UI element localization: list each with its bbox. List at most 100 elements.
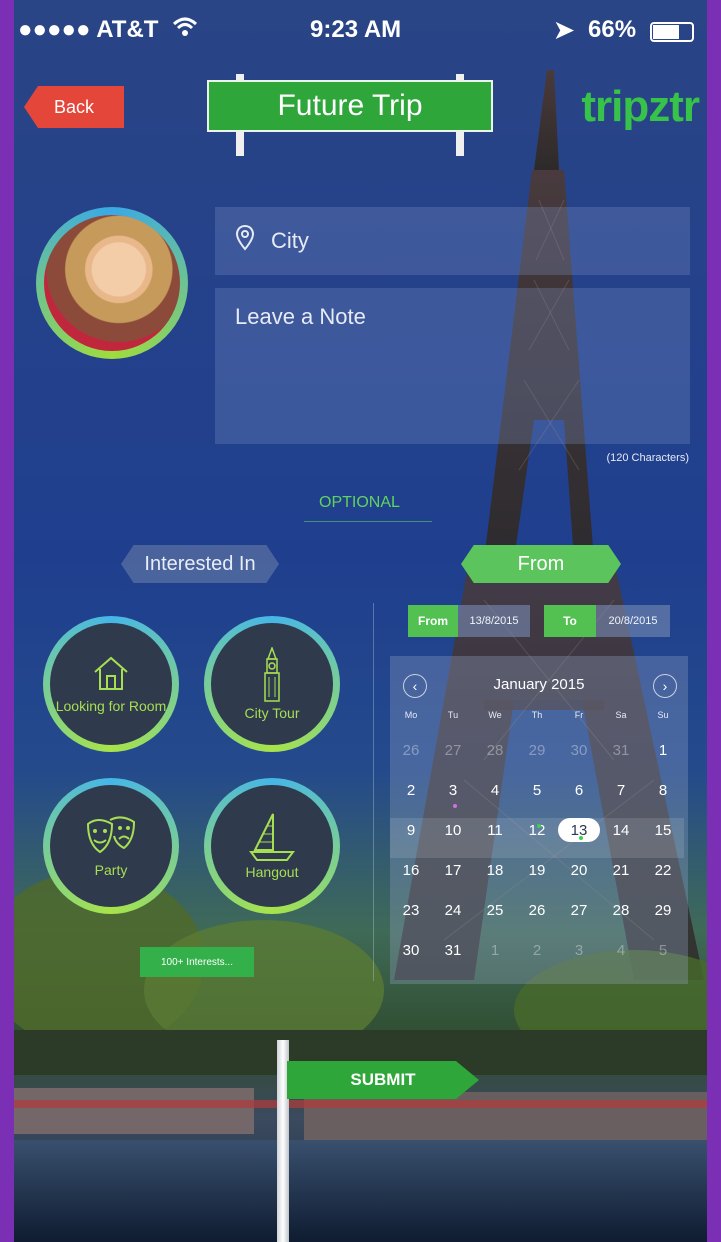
calendar-week: 16 17 18 19 20 21 22 bbox=[390, 858, 684, 898]
note-placeholder: Leave a Note bbox=[235, 304, 366, 329]
weekday-label: Fr bbox=[574, 710, 584, 720]
big-ben-icon bbox=[260, 645, 284, 706]
weekday-label: Sa bbox=[615, 710, 627, 720]
calendar-day[interactable]: 29 bbox=[642, 898, 684, 922]
calendar-day[interactable]: 6 bbox=[558, 778, 600, 802]
weekday-label: Mo bbox=[404, 710, 418, 720]
calendar-day[interactable]: 28 bbox=[600, 898, 642, 922]
from-tag: From bbox=[461, 545, 621, 583]
interest-hangout[interactable]: Hangout bbox=[204, 778, 340, 914]
date-from-label: From bbox=[408, 605, 458, 637]
carrier-signal: ●●●●● AT&T bbox=[18, 16, 159, 43]
battery-icon bbox=[650, 22, 694, 42]
calendar-day[interactable]: 15 bbox=[642, 818, 684, 842]
calendar-day[interactable]: 12 bbox=[516, 818, 558, 842]
calendar-day[interactable]: 7 bbox=[600, 778, 642, 802]
calendar-day[interactable]: 31 bbox=[600, 738, 642, 762]
interest-city-tour[interactable]: City Tour bbox=[204, 616, 340, 752]
city-placeholder: City bbox=[271, 228, 309, 253]
submit-button[interactable]: SUBMIT bbox=[287, 1061, 479, 1099]
interest-label: City Tour bbox=[244, 705, 300, 721]
more-interests-button[interactable]: 100+ Interests... bbox=[140, 947, 254, 977]
weekday-label: We bbox=[488, 710, 502, 720]
calendar-day[interactable]: 17 bbox=[432, 858, 474, 882]
calendar-widget: ‹ › January 2015 Mo Tu We Th Fr Sa Su 26… bbox=[390, 656, 688, 984]
date-to-value[interactable]: 20/8/2015 bbox=[596, 605, 670, 637]
weekday-header: Mo Tu We Th Fr Sa Su bbox=[390, 710, 684, 720]
interest-label: Looking for Room bbox=[55, 698, 167, 714]
avatar-photo bbox=[44, 215, 180, 351]
calendar-day[interactable]: 3 bbox=[432, 778, 474, 802]
app-screen: ●●●●● AT&T 9:23 AM ➤ 66% Back Future Tri… bbox=[14, 0, 707, 1242]
calendar-day[interactable]: 29 bbox=[516, 738, 558, 762]
weekday-label: Tu bbox=[447, 710, 459, 720]
calendar-day[interactable]: 30 bbox=[390, 938, 432, 962]
calendar-day[interactable]: 14 bbox=[600, 818, 642, 842]
calendar-week: 26 27 28 29 30 31 1 bbox=[390, 738, 684, 778]
char-limit-hint: (120 Characters) bbox=[606, 452, 689, 464]
calendar-day[interactable]: 27 bbox=[558, 898, 600, 922]
sign-post-right-bottom bbox=[456, 130, 464, 156]
vertical-divider bbox=[373, 603, 374, 981]
tripztr-logo: tripztr bbox=[581, 82, 700, 131]
calendar-week: 2 3 4 5 6 7 8 bbox=[390, 778, 684, 818]
calendar-day[interactable]: 4 bbox=[600, 938, 642, 962]
wifi-icon bbox=[172, 16, 198, 44]
calendar-day[interactable]: 20 bbox=[558, 858, 600, 882]
calendar-day[interactable]: 2 bbox=[516, 938, 558, 962]
calendar-day[interactable]: 10 bbox=[432, 818, 474, 842]
page-title: Future Trip bbox=[207, 80, 493, 132]
optional-label: OPTIONAL bbox=[319, 494, 400, 511]
calendar-day[interactable]: 31 bbox=[432, 938, 474, 962]
calendar-day[interactable]: 5 bbox=[642, 938, 684, 962]
calendar-grid: 26 27 28 29 30 31 1 2 3 4 5 6 7 8 9 10 1… bbox=[390, 738, 684, 978]
calendar-day[interactable]: 30 bbox=[558, 738, 600, 762]
sailboat-icon bbox=[249, 812, 295, 865]
back-button[interactable]: Back bbox=[24, 86, 124, 128]
interest-label: Hangout bbox=[245, 864, 299, 880]
profile-avatar[interactable] bbox=[36, 207, 188, 359]
optional-underline bbox=[304, 521, 432, 522]
calendar-week: 23 24 25 26 27 28 29 bbox=[390, 898, 684, 938]
house-icon bbox=[91, 654, 131, 695]
calendar-day[interactable]: 26 bbox=[516, 898, 558, 922]
calendar-day[interactable]: 3 bbox=[558, 938, 600, 962]
date-to-label: To bbox=[544, 605, 596, 637]
calendar-day[interactable]: 11 bbox=[474, 818, 516, 842]
interest-label: Party bbox=[94, 862, 128, 878]
calendar-day[interactable]: 24 bbox=[432, 898, 474, 922]
sign-post-left-bottom bbox=[236, 130, 244, 156]
calendar-day[interactable]: 19 bbox=[516, 858, 558, 882]
event-dot bbox=[537, 824, 541, 828]
event-dot bbox=[453, 804, 457, 808]
calendar-day[interactable]: 1 bbox=[474, 938, 516, 962]
calendar-day[interactable]: 4 bbox=[474, 778, 516, 802]
calendar-week: 30 31 1 2 3 4 5 bbox=[390, 938, 684, 978]
weekday-label: Su bbox=[657, 710, 669, 720]
interest-party[interactable]: Party bbox=[43, 778, 179, 914]
calendar-day[interactable]: 28 bbox=[474, 738, 516, 762]
interest-looking-for-room[interactable]: Looking for Room bbox=[43, 616, 179, 752]
date-from-value[interactable]: 13/8/2015 bbox=[458, 605, 530, 637]
calendar-day[interactable]: 25 bbox=[474, 898, 516, 922]
calendar-day[interactable]: 21 bbox=[600, 858, 642, 882]
calendar-day[interactable]: 18 bbox=[474, 858, 516, 882]
interested-in-tag: Interested In bbox=[121, 545, 279, 583]
calendar-day[interactable]: 5 bbox=[516, 778, 558, 802]
calendar-month-title: January 2015 bbox=[493, 676, 585, 693]
calendar-day[interactable]: 22 bbox=[642, 858, 684, 882]
calendar-day[interactable]: 8 bbox=[642, 778, 684, 802]
calendar-day[interactable]: 23 bbox=[390, 898, 432, 922]
calendar-day[interactable]: 26 bbox=[390, 738, 432, 762]
calendar-day[interactable]: 27 bbox=[432, 738, 474, 762]
calendar-day[interactable]: 9 bbox=[390, 818, 432, 842]
note-textarea[interactable]: Leave a Note bbox=[215, 288, 690, 444]
battery-percent: 66% bbox=[588, 16, 637, 43]
city-input[interactable]: City bbox=[215, 207, 690, 275]
theater-masks-icon bbox=[84, 814, 138, 863]
map-pin-icon bbox=[235, 224, 255, 257]
calendar-day[interactable]: 1 bbox=[642, 738, 684, 762]
calendar-day[interactable]: 16 bbox=[390, 858, 432, 882]
calendar-day[interactable]: 2 bbox=[390, 778, 432, 802]
weekday-label: Th bbox=[531, 710, 543, 720]
